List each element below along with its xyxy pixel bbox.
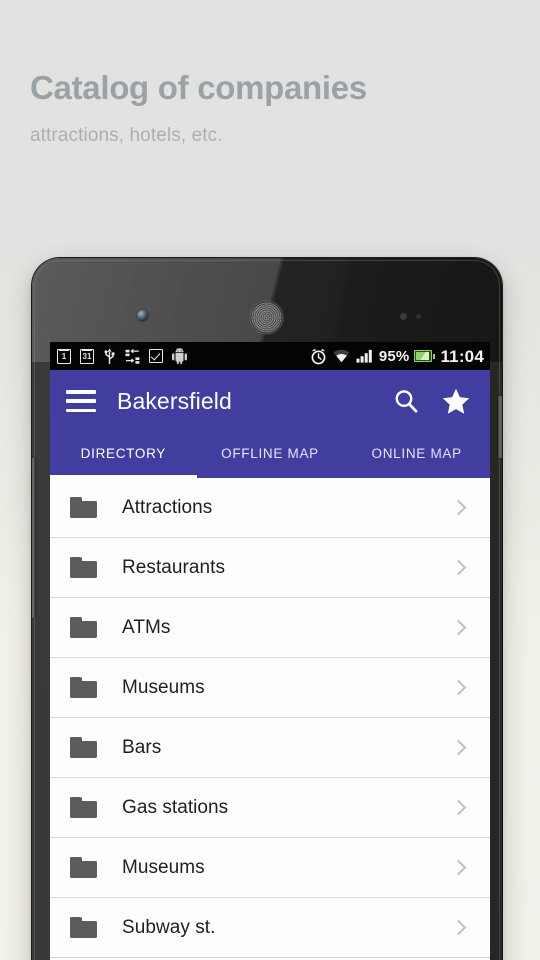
promo-text-block: Catalog of companies attractions, hotels… (30, 69, 510, 147)
chevron-right-icon (450, 919, 467, 936)
usb-icon (103, 347, 116, 365)
folder-icon (70, 917, 97, 938)
volume-rocker-button[interactable] (32, 458, 35, 618)
page-title: Catalog of companies (30, 69, 367, 106)
folder-icon (70, 797, 97, 818)
folder-icon (70, 737, 97, 758)
list-item[interactable]: Restaurants (50, 538, 490, 598)
checkbox-icon (149, 347, 163, 365)
earpiece-speaker-icon (250, 301, 283, 334)
folder-icon (70, 857, 97, 878)
wifi-icon (333, 347, 350, 365)
app-bar: Bakersfield (50, 370, 490, 432)
power-button[interactable] (498, 396, 502, 458)
list-item-label: Attractions (122, 496, 213, 518)
star-icon[interactable] (438, 383, 474, 419)
battery-percentage: 95% (378, 347, 410, 365)
tab-active-indicator (50, 474, 197, 478)
list-item-label: Bars (122, 736, 162, 758)
list-item-label: Museums (122, 856, 205, 878)
phone-screen: 1 31 95% 11:04 Bakersfield DIRECTORY OFF… (50, 342, 490, 960)
list-item-label: Gas stations (122, 796, 229, 818)
hamburger-menu-icon[interactable] (66, 390, 96, 412)
chevron-right-icon (450, 859, 467, 876)
phone-device-mockup: 1 31 95% 11:04 Bakersfield DIRECTORY OFF… (32, 258, 502, 960)
list-item[interactable]: ATMs (50, 598, 490, 658)
tab-offline-map[interactable]: OFFLINE MAP (197, 432, 344, 478)
cell-signal-icon (356, 347, 373, 365)
chevron-right-icon (450, 799, 467, 816)
chevron-right-icon (450, 559, 467, 576)
search-icon[interactable] (388, 383, 424, 419)
chevron-right-icon (450, 679, 467, 696)
page-subtitle: attractions, hotels, etc. (30, 125, 223, 147)
tab-online-map[interactable]: ONLINE MAP (343, 432, 490, 478)
tab-directory[interactable]: DIRECTORY (50, 432, 197, 478)
status-bar-clock: 11:04 (440, 346, 484, 366)
calendar-31-icon: 31 (80, 347, 94, 365)
directory-list: Attractions Restaurants ATMs Museums Bar (50, 478, 490, 960)
list-item[interactable]: Museums (50, 838, 490, 898)
folder-icon (70, 557, 97, 578)
chevron-right-icon (450, 499, 467, 516)
list-item-label: Restaurants (122, 556, 225, 578)
app-bar-title: Bakersfield (117, 387, 232, 414)
calendar-1-icon: 1 (57, 347, 71, 365)
chevron-right-icon (450, 739, 467, 756)
alarm-clock-icon (310, 347, 327, 365)
front-camera-icon (137, 310, 148, 321)
folder-icon (70, 497, 97, 518)
data-transfer-icon (125, 347, 140, 365)
status-bar-left-icons: 1 31 (57, 347, 196, 365)
folder-icon (70, 617, 97, 638)
list-item[interactable]: Gas stations (50, 778, 490, 838)
light-sensor-icon (416, 314, 421, 319)
list-item[interactable]: Museums (50, 658, 490, 718)
list-item[interactable]: Attractions (50, 478, 490, 538)
list-item-label: Subway st. (122, 916, 216, 938)
list-item-label: ATMs (122, 616, 171, 638)
android-icon (172, 347, 187, 365)
list-item[interactable]: Bars (50, 718, 490, 778)
folder-icon (70, 677, 97, 698)
tab-bar: DIRECTORY OFFLINE MAP ONLINE MAP (50, 432, 490, 478)
proximity-sensor-icon (400, 313, 407, 320)
status-bar: 1 31 95% 11:04 (50, 342, 490, 370)
chevron-right-icon (450, 619, 467, 636)
list-item-label: Museums (122, 676, 205, 698)
status-bar-right-icons: 95% 11:04 (310, 347, 484, 365)
list-item[interactable]: Subway st. (50, 898, 490, 958)
battery-charging-icon (414, 347, 435, 365)
